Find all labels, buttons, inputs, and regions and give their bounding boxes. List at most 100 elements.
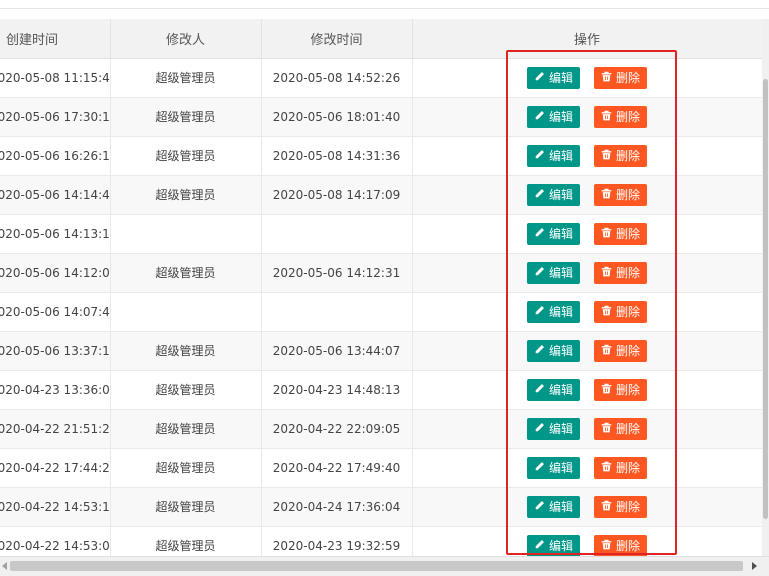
edit-button[interactable]: 编辑 <box>526 144 580 167</box>
table-row[interactable]: 2020-04-22 14:53:05超级管理员2020-04-23 19:32… <box>0 526 762 556</box>
delete-button[interactable]: 删除 <box>594 456 648 479</box>
edit-button[interactable]: 编辑 <box>526 534 580 556</box>
cell-modifier: 超级管理员 <box>110 175 262 215</box>
edit-button[interactable]: 编辑 <box>526 222 580 245</box>
table-row[interactable]: 2020-05-06 14:12:02超级管理员2020-05-06 14:12… <box>0 253 762 293</box>
trash-icon <box>601 71 616 85</box>
trash-icon <box>601 149 616 163</box>
table-row[interactable]: 2020-05-08 11:15:43超级管理员2020-05-08 14:52… <box>0 58 762 98</box>
delete-button-label: 删除 <box>616 461 641 475</box>
pencil-icon <box>534 539 549 553</box>
action-group: 编辑 删除 <box>413 261 762 284</box>
edit-button[interactable]: 编辑 <box>526 417 580 440</box>
trash-icon <box>601 383 616 397</box>
scroll-right-arrow-icon[interactable] <box>752 562 757 570</box>
table-row[interactable]: 2020-04-22 14:53:19超级管理员2020-04-24 17:36… <box>0 487 762 527</box>
cell-modified-time <box>261 292 413 332</box>
cell-modifier: 超级管理员 <box>110 331 262 371</box>
cell-modifier: 超级管理员 <box>110 97 262 137</box>
edit-button[interactable]: 编辑 <box>526 183 580 206</box>
table-row[interactable]: 2020-05-06 14:07:47 编辑 删除 <box>0 292 762 332</box>
cell-modified-time: 2020-04-23 19:32:59 <box>261 526 413 556</box>
delete-button[interactable]: 删除 <box>594 339 648 362</box>
trash-icon <box>601 227 616 241</box>
pencil-icon <box>534 383 549 397</box>
delete-button[interactable]: 删除 <box>594 222 648 245</box>
cell-actions: 编辑 删除 <box>412 448 762 488</box>
delete-button[interactable]: 删除 <box>594 378 648 401</box>
cell-actions: 编辑 删除 <box>412 136 762 176</box>
edit-button[interactable]: 编辑 <box>526 495 580 518</box>
cell-modified-time: 2020-05-06 18:01:40 <box>261 97 413 137</box>
table-row[interactable]: 2020-05-06 13:37:12超级管理员2020-05-06 13:44… <box>0 331 762 371</box>
cell-modified-time: 2020-04-23 14:48:13 <box>261 370 413 410</box>
delete-button[interactable]: 删除 <box>594 183 648 206</box>
cell-modifier: 超级管理员 <box>110 253 262 293</box>
table-row[interactable]: 2020-04-22 17:44:24超级管理员2020-04-22 17:49… <box>0 448 762 488</box>
edit-button[interactable]: 编辑 <box>526 456 580 479</box>
data-table-container: 创建时间 修改人 修改时间 操作 2020-05-08 11:15:43超级管理… <box>0 19 762 556</box>
cell-actions: 编辑 删除 <box>412 175 762 215</box>
header-created-time[interactable]: 创建时间 <box>0 19 111 59</box>
cell-modified-time: 2020-05-08 14:52:26 <box>261 58 413 98</box>
cell-modifier <box>110 292 262 332</box>
horizontal-scrollbar-thumb[interactable] <box>10 561 743 571</box>
table-row[interactable]: 2020-05-06 14:13:14 编辑 删除 <box>0 214 762 254</box>
action-group: 编辑 删除 <box>413 495 762 518</box>
delete-button[interactable]: 删除 <box>594 261 648 284</box>
action-group: 编辑 删除 <box>413 300 762 323</box>
pencil-icon <box>534 188 549 202</box>
pencil-icon <box>534 71 549 85</box>
table-row[interactable]: 2020-05-06 17:30:17超级管理员2020-05-06 18:01… <box>0 97 762 137</box>
edit-button[interactable]: 编辑 <box>526 105 580 128</box>
cell-modifier: 超级管理员 <box>110 409 262 449</box>
delete-button[interactable]: 删除 <box>594 144 648 167</box>
header-modified-time[interactable]: 修改时间 <box>261 19 413 59</box>
delete-button-label: 删除 <box>616 149 641 163</box>
header-modifier[interactable]: 修改人 <box>110 19 262 59</box>
edit-button[interactable]: 编辑 <box>526 300 580 323</box>
delete-button-label: 删除 <box>616 344 641 358</box>
delete-button[interactable]: 删除 <box>594 534 648 556</box>
edit-button[interactable]: 编辑 <box>526 66 580 89</box>
scroll-left-arrow-icon[interactable] <box>2 562 7 570</box>
table-row[interactable]: 2020-04-22 21:51:25超级管理员2020-04-22 22:09… <box>0 409 762 449</box>
delete-button-label: 删除 <box>616 500 641 514</box>
vertical-scrollbar[interactable] <box>762 19 769 556</box>
delete-button-label: 删除 <box>616 383 641 397</box>
delete-button[interactable]: 删除 <box>594 495 648 518</box>
pencil-icon <box>534 422 549 436</box>
cell-modified-time: 2020-04-24 17:36:04 <box>261 487 413 527</box>
table-row[interactable]: 2020-05-06 14:14:43超级管理员2020-05-08 14:17… <box>0 175 762 215</box>
cell-created-time: 2020-05-06 17:30:17 <box>0 97 111 137</box>
cell-created-time: 2020-05-06 16:26:11 <box>0 136 111 176</box>
vertical-scrollbar-thumb[interactable] <box>763 79 768 519</box>
delete-button-label: 删除 <box>616 110 641 124</box>
cell-actions: 编辑 删除 <box>412 292 762 332</box>
action-group: 编辑 删除 <box>413 183 762 206</box>
cell-modifier: 超级管理员 <box>110 487 262 527</box>
cell-created-time: 2020-04-22 17:44:24 <box>0 448 111 488</box>
edit-button-label: 编辑 <box>548 227 573 241</box>
delete-button[interactable]: 删除 <box>594 66 648 89</box>
delete-button[interactable]: 删除 <box>594 300 648 323</box>
trash-icon <box>601 500 616 514</box>
delete-button[interactable]: 删除 <box>594 105 648 128</box>
edit-button[interactable]: 编辑 <box>526 339 580 362</box>
cell-modified-time: 2020-04-22 22:09:05 <box>261 409 413 449</box>
edit-button-label: 编辑 <box>548 149 573 163</box>
table-row[interactable]: 2020-05-06 16:26:11超级管理员2020-05-08 14:31… <box>0 136 762 176</box>
delete-button-label: 删除 <box>616 422 641 436</box>
cell-actions: 编辑 删除 <box>412 58 762 98</box>
edit-button-label: 编辑 <box>548 110 573 124</box>
edit-button[interactable]: 编辑 <box>526 261 580 284</box>
table-row[interactable]: 2020-04-23 13:36:02超级管理员2020-04-23 14:48… <box>0 370 762 410</box>
edit-button[interactable]: 编辑 <box>526 378 580 401</box>
cell-modified-time: 2020-04-22 17:49:40 <box>261 448 413 488</box>
cell-modifier <box>110 214 262 254</box>
edit-button-label: 编辑 <box>548 71 573 85</box>
delete-button[interactable]: 删除 <box>594 417 648 440</box>
delete-button-label: 删除 <box>616 227 641 241</box>
cell-modified-time: 2020-05-08 14:17:09 <box>261 175 413 215</box>
horizontal-scrollbar[interactable] <box>0 556 769 576</box>
